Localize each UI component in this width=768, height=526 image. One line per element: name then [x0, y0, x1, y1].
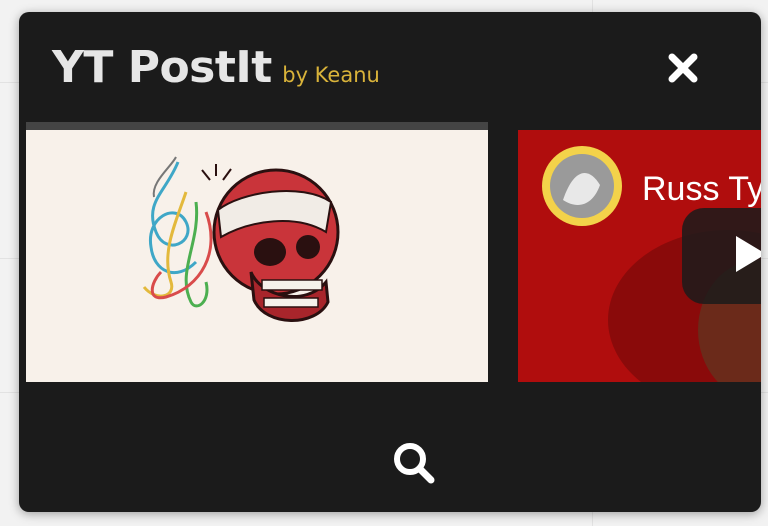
popup-header: YT PostIt by Keanu	[19, 12, 761, 122]
close-icon	[668, 53, 698, 83]
video-thumbnail[interactable]: Russ Ty	[518, 130, 761, 382]
channel-name: Russ Ty	[642, 170, 761, 208]
red-video-thumbnail	[518, 130, 761, 382]
search-icon	[394, 443, 435, 484]
yt-postit-popup: YT PostIt by Keanu Russ Ty	[19, 12, 761, 512]
app-byline: by Keanu	[282, 63, 380, 87]
video-thumbnail[interactable]	[26, 122, 488, 382]
app-title: YT PostIt by Keanu	[52, 42, 380, 93]
app-title-text: YT PostIt	[52, 42, 272, 93]
video-carousel[interactable]: Russ Ty	[19, 122, 761, 394]
skull-illustration	[142, 156, 340, 322]
search-button[interactable]	[391, 440, 437, 486]
close-button[interactable]	[665, 50, 701, 86]
play-icon	[736, 236, 761, 272]
